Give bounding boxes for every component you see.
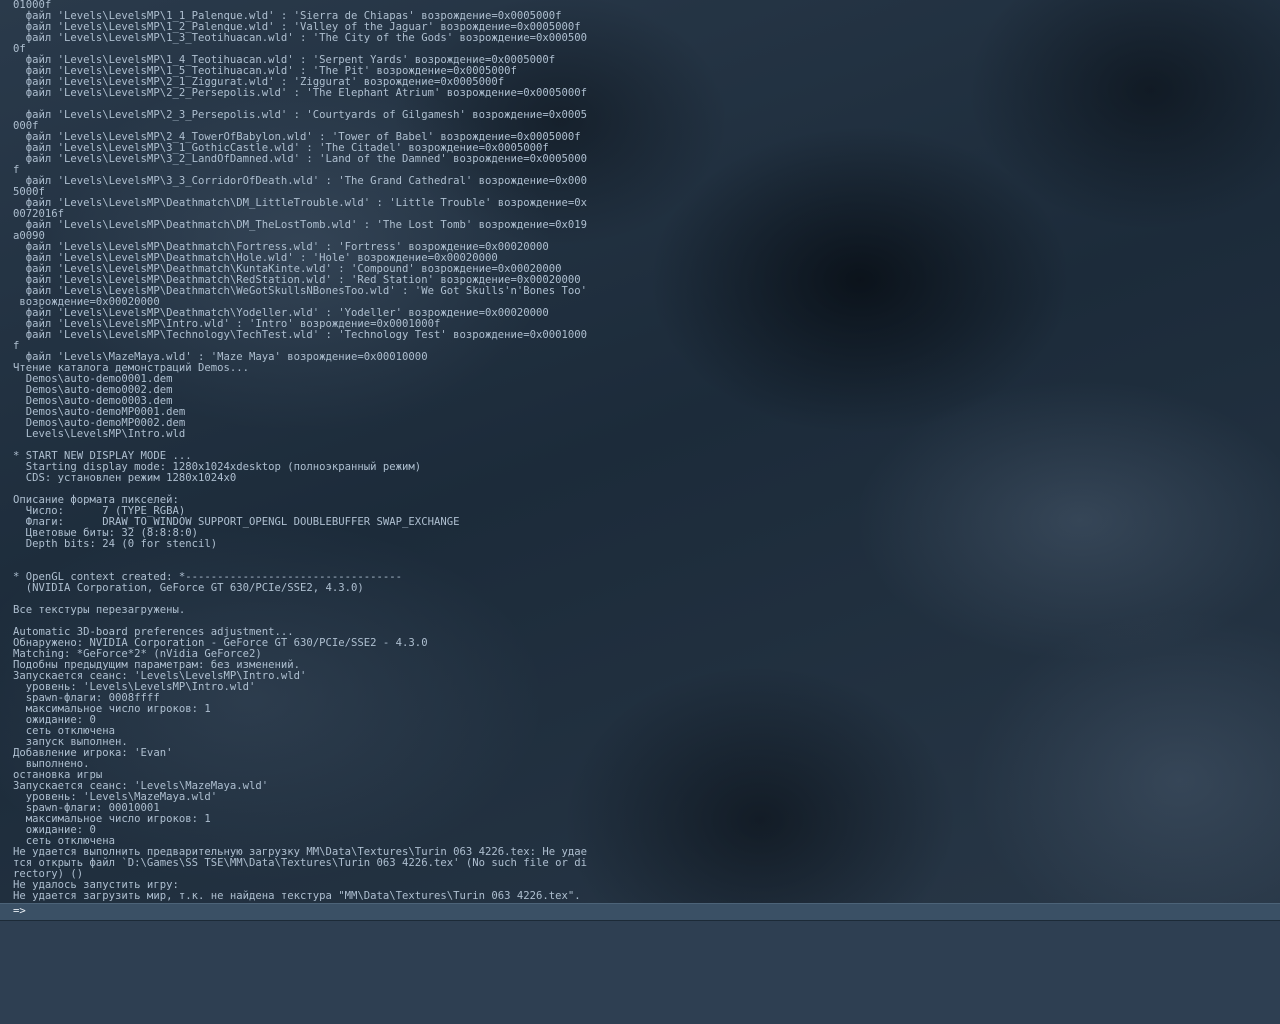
log-line: Depth bits: 24 (0 for stencil) [13,538,218,550]
log-line: файл 'Levels\LevelsMP\3_3_CorridorOfDeat… [13,175,588,187]
command-bar[interactable]: => [0,903,1280,921]
log-line: максимальное число игроков: 1 [13,703,211,715]
log-line: выполнено. [13,758,90,770]
console-lower-panel [0,921,1280,1024]
console-window: 01000f файл 'Levels\LevelsMP\1_1_Palenqu… [0,0,1280,1024]
log-line: Добавление игрока: 'Evan' [13,747,173,759]
log-line: файл 'Levels\LevelsMP\3_2_LandOfDamned.w… [13,153,588,165]
log-line: Все текстуры перезагружены. [13,604,186,616]
log-line: файл 'Levels\LevelsMP\2_3_Persepolis.wld… [13,109,588,121]
log-line: файл 'Levels\LevelsMP\2_2_Persepolis.wld… [13,87,588,99]
log-line: максимальное число игроков: 1 [13,813,211,825]
command-input[interactable] [34,905,1264,919]
console-log: 01000f файл 'Levels\LevelsMP\1_1_Palenqu… [13,0,645,902]
log-line: Levels\LevelsMP\Intro.wld [13,428,186,440]
log-line: Не удается загрузить мир, т.к. не найден… [13,890,581,902]
log-line: файл 'Levels\LevelsMP\Technology\TechTes… [13,329,588,341]
log-line: (NVIDIA Corporation, GeForce GT 630/PCIe… [13,582,364,594]
command-prompt: => [13,905,26,917]
log-line: CDS: установлен режим 1280x1024x0 [13,472,237,484]
log-line: файл 'Levels\LevelsMP\Deathmatch\DM_TheL… [13,219,588,231]
log-line: файл 'Levels\LevelsMP\Deathmatch\DM_Litt… [13,197,588,209]
log-line: файл 'Levels\LevelsMP\1_3_Teotihuacan.wl… [13,32,588,44]
log-line: тся открыть файл `D:\Games\SS TSE\MM\Dat… [13,857,588,869]
